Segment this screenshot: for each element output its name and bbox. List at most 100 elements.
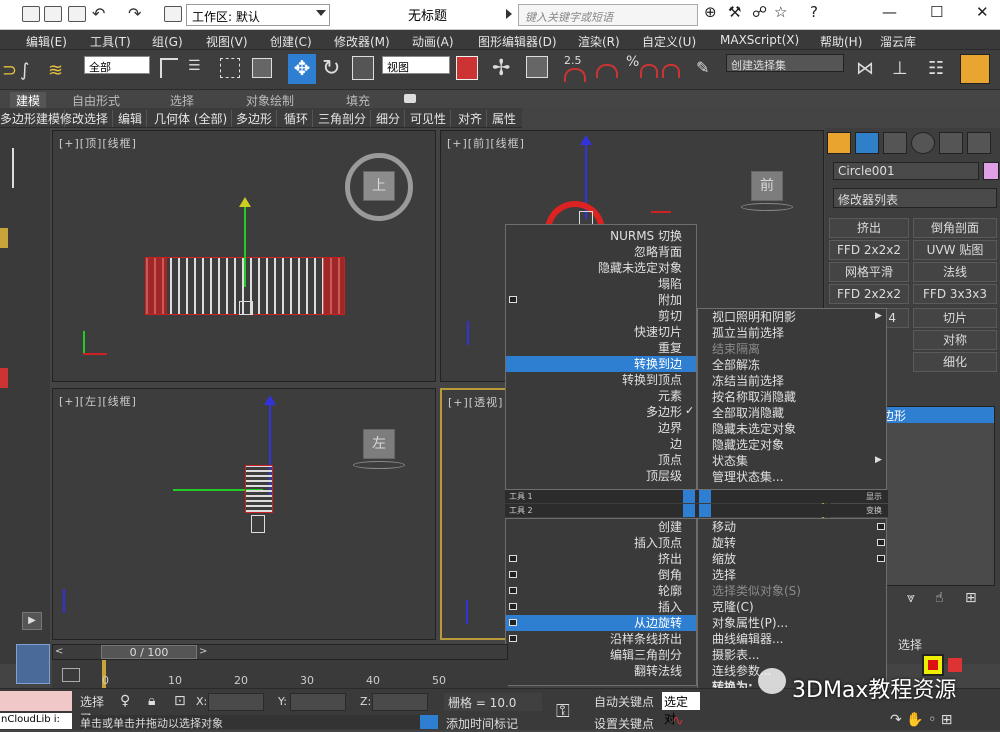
toggle-ribbon-icon[interactable]	[960, 54, 990, 84]
time-slider[interactable]: < 0 / 100 >	[52, 644, 508, 660]
rotate-tool-icon[interactable]: ↻	[322, 56, 340, 81]
selection-lock-icon[interactable]: 🔒︎	[148, 693, 155, 709]
tools-icon[interactable]: ⚒	[728, 3, 741, 21]
viewport-layout-icon[interactable]	[16, 644, 50, 684]
option-box-icon[interactable]	[877, 523, 885, 530]
viewcube-top[interactable]: 上	[363, 171, 395, 201]
add-time-tag[interactable]: 添加时间标记	[446, 715, 518, 732]
select-by-name-icon[interactable]: ☰	[188, 58, 208, 78]
snaps-toggle-label[interactable]: 2.5	[564, 54, 582, 67]
modifier-button-tessellate[interactable]: 细化	[913, 352, 997, 372]
quad-item[interactable]: 孤立当前选择	[698, 325, 886, 341]
menu-create[interactable]: 创建(C)	[270, 33, 312, 50]
quad-item[interactable]: 按名称取消隐藏	[698, 389, 886, 405]
scale-tool-icon[interactable]	[352, 56, 374, 80]
menu-graph-editors[interactable]: 图形编辑器(D)	[478, 33, 557, 50]
quad-item[interactable]: 插入顶点	[506, 535, 696, 551]
viewport-top[interactable]: [+][顶][线框] 上	[52, 130, 436, 382]
quad-item[interactable]: 管理状态集...	[698, 469, 886, 485]
key-mode-icon[interactable]: ⚿	[556, 701, 570, 722]
help-icon[interactable]: ?	[810, 3, 818, 21]
menu-edit[interactable]: 编辑(E)	[26, 33, 67, 50]
viewcube-left[interactable]: 左	[363, 429, 395, 459]
quad-item[interactable]: 边	[506, 436, 696, 452]
panel-poly-modeling[interactable]: 多边形建模	[0, 110, 66, 127]
viewport-label-front[interactable]: [+][前][线框]	[447, 135, 525, 151]
quad-item[interactable]: 顶层级	[506, 468, 696, 484]
modifier-button-ffd-3x3[interactable]: FFD 3x3x3	[913, 284, 997, 304]
trackbar-filter-icon[interactable]	[62, 668, 80, 682]
tab-object-paint[interactable]: 对象绘制	[246, 92, 294, 109]
object-name-field[interactable]: Circle001	[833, 162, 979, 180]
motion-tab-icon[interactable]	[911, 132, 935, 154]
quad-item[interactable]: 倒角	[506, 567, 696, 583]
open-file-icon[interactable]	[44, 6, 62, 22]
menu-cloud-library[interactable]: 溜云库	[880, 33, 916, 50]
gizmo-x-axis[interactable]	[651, 211, 671, 213]
quad-item[interactable]: 沿样条线挤出	[506, 631, 696, 647]
redo-icon[interactable]: ↷	[128, 4, 141, 23]
quad-item[interactable]: 摄影表...	[698, 647, 886, 663]
workspace-dropdown[interactable]: 工作区: 默认	[186, 4, 330, 26]
tab-selection[interactable]: 选择	[170, 92, 194, 109]
cloudlib-field[interactable]: nCloudLib i:	[0, 713, 72, 729]
reference-coordinate-dropdown[interactable]: 视图	[382, 56, 450, 74]
option-box-icon[interactable]	[509, 603, 517, 610]
menu-tools[interactable]: 工具(T)	[90, 33, 131, 50]
keyboard-shortcut-override-icon[interactable]	[526, 56, 548, 78]
explorer-filter-icon[interactable]	[0, 368, 8, 388]
circle-object-left-view[interactable]	[245, 465, 273, 513]
modifier-list-dropdown[interactable]: 修改器列表	[833, 188, 997, 208]
track-bar[interactable]: 0 10 20 30 40 50	[52, 660, 508, 688]
viewport-label-left[interactable]: [+][左][线框]	[59, 393, 137, 409]
modifier-button-uvw-map[interactable]: UVW 贴图	[913, 240, 997, 260]
gizmo-y-axis[interactable]	[244, 207, 246, 287]
quad-item[interactable]: 隐藏选定对象	[698, 437, 886, 453]
new-file-icon[interactable]	[22, 6, 40, 22]
panel-edit[interactable]: 编辑	[118, 110, 148, 127]
option-box-icon[interactable]	[509, 555, 517, 562]
rectangle-selection-icon[interactable]	[220, 58, 240, 78]
maxscript-listener-mini[interactable]	[0, 691, 72, 711]
time-slider-prev-icon[interactable]: <	[55, 646, 63, 657]
quad-item[interactable]: 视口照明和阴影	[698, 309, 886, 325]
option-box-icon[interactable]	[509, 587, 517, 594]
isolate-toggle-icon[interactable]: ♀	[120, 693, 130, 709]
viewport-left[interactable]: [+][左][线框] 左	[52, 388, 436, 640]
quad-item[interactable]: 快速切片	[506, 324, 696, 340]
quad-item[interactable]: 塌陷	[506, 276, 696, 292]
add-time-tag-icon[interactable]	[420, 715, 438, 729]
project-folder-icon[interactable]	[164, 6, 182, 22]
option-box-icon[interactable]	[877, 539, 885, 546]
utilities-tab-icon[interactable]	[967, 132, 991, 154]
explorer-tool-icon[interactable]	[0, 228, 8, 248]
quad-item[interactable]: 冻结当前选择	[698, 373, 886, 389]
unlink-icon[interactable]: ∫	[20, 60, 29, 81]
panel-geometry-all[interactable]: 几何体 (全部)	[154, 110, 233, 127]
align-icon[interactable]: ⊥	[892, 58, 908, 79]
quad-item[interactable]: 附加	[506, 292, 696, 308]
spinner-snap-icon[interactable]	[662, 64, 680, 78]
configure-modifier-sets-icon[interactable]: ⊞	[965, 590, 977, 606]
expand-arrow-icon[interactable]: ▶	[22, 612, 42, 630]
gizmo-center[interactable]	[239, 301, 253, 315]
y-coordinate-field[interactable]	[290, 693, 346, 711]
modifier-button-normal[interactable]: 法线	[913, 262, 997, 282]
quad-item[interactable]: 忽略背面	[506, 244, 696, 260]
create-tab-icon[interactable]	[827, 132, 851, 154]
menu-group[interactable]: 组(G)	[152, 33, 183, 50]
time-slider-next-icon[interactable]: >	[199, 646, 207, 657]
link-icon[interactable]: ⊃	[2, 60, 17, 81]
modifier-button-symmetry[interactable]: 对称	[913, 330, 997, 350]
option-box-icon[interactable]	[509, 296, 517, 303]
quad-item[interactable]: 转换到顶点	[506, 372, 696, 388]
select-object-icon[interactable]	[160, 58, 178, 78]
option-box-icon[interactable]	[509, 635, 517, 642]
quad-item[interactable]: NURMS 切换	[506, 228, 696, 244]
viewport-label-persp[interactable]: [+][透视]	[448, 394, 503, 410]
use-pivot-center-icon[interactable]	[456, 56, 478, 80]
angle-snap-icon[interactable]	[596, 64, 618, 78]
quad-item[interactable]: 剪切	[506, 308, 696, 324]
select-manipulate-icon[interactable]: ✢	[492, 56, 510, 81]
quad-item[interactable]: 全部解冻	[698, 357, 886, 373]
